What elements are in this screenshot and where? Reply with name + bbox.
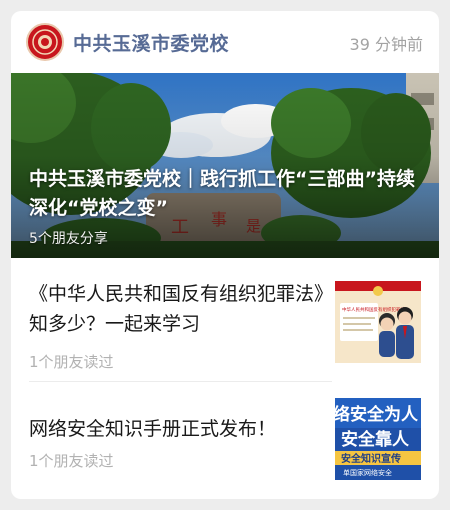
featured-article[interactable]: 工 事 是 中共玉溪市委党校｜践行抓工作“三部曲”持续深化“党校之变” 5个朋友… [11, 73, 439, 258]
article-item[interactable]: 《中华人民共和国反有组织犯罪法》知多少？一起来学习 1个朋友读过 中华人民共和国… [11, 273, 439, 379]
featured-share-count: 5个朋友分享 [29, 231, 108, 247]
article-read-count: 1个朋友读过 [29, 452, 114, 470]
banner-line-1: 络安全为人 [335, 404, 419, 425]
article-thumbnail[interactable]: 络安全为人 安全靠人 安全知识宣传 单国家网络安全 [335, 398, 421, 480]
emblem-icon [32, 29, 58, 55]
law-poster-image: 中华人民共和国反有组织犯罪法 [335, 281, 421, 363]
account-name[interactable]: 中共玉溪市委党校 [73, 29, 229, 56]
banner-line-2: 安全靠人 [341, 429, 410, 450]
article-card: 中共玉溪市委党校 39 分钟前 中共玉溪市委党校｜践行抓工作“三部曲”持续深化“… [11, 11, 439, 499]
article-divider [29, 381, 332, 382]
article-read-count: 1个朋友读过 [29, 353, 114, 371]
law-poster-text: 中华人民共和国反有组织犯罪法 [342, 306, 405, 313]
article-title[interactable]: 《中华人民共和国反有组织犯罪法》知多少？一起来学习 [29, 279, 329, 339]
article-title[interactable]: 网络安全知识手册正式发布！ [29, 414, 329, 444]
article-thumbnail[interactable]: 中华人民共和国反有组织犯罪法 [335, 281, 421, 363]
party-school-logo[interactable] [26, 23, 64, 61]
card-header: 中共玉溪市委党校 39 分钟前 [11, 11, 439, 73]
featured-article-title[interactable]: 中共玉溪市委党校｜践行抓工作“三部曲”持续深化“党校之变” [29, 165, 429, 223]
security-banner-image: 络安全为人 安全靠人 安全知识宣传 单国家网络安全 [335, 398, 421, 480]
banner-line-3: 安全知识宣传 [341, 452, 401, 465]
banner-line-4: 单国家网络安全 [343, 468, 392, 477]
post-time: 39 分钟前 [349, 35, 423, 54]
article-item[interactable]: 网络安全知识手册正式发布！ 1个朋友读过 络安全为人 安全靠人 安全知识宣传 单… [11, 390, 439, 490]
